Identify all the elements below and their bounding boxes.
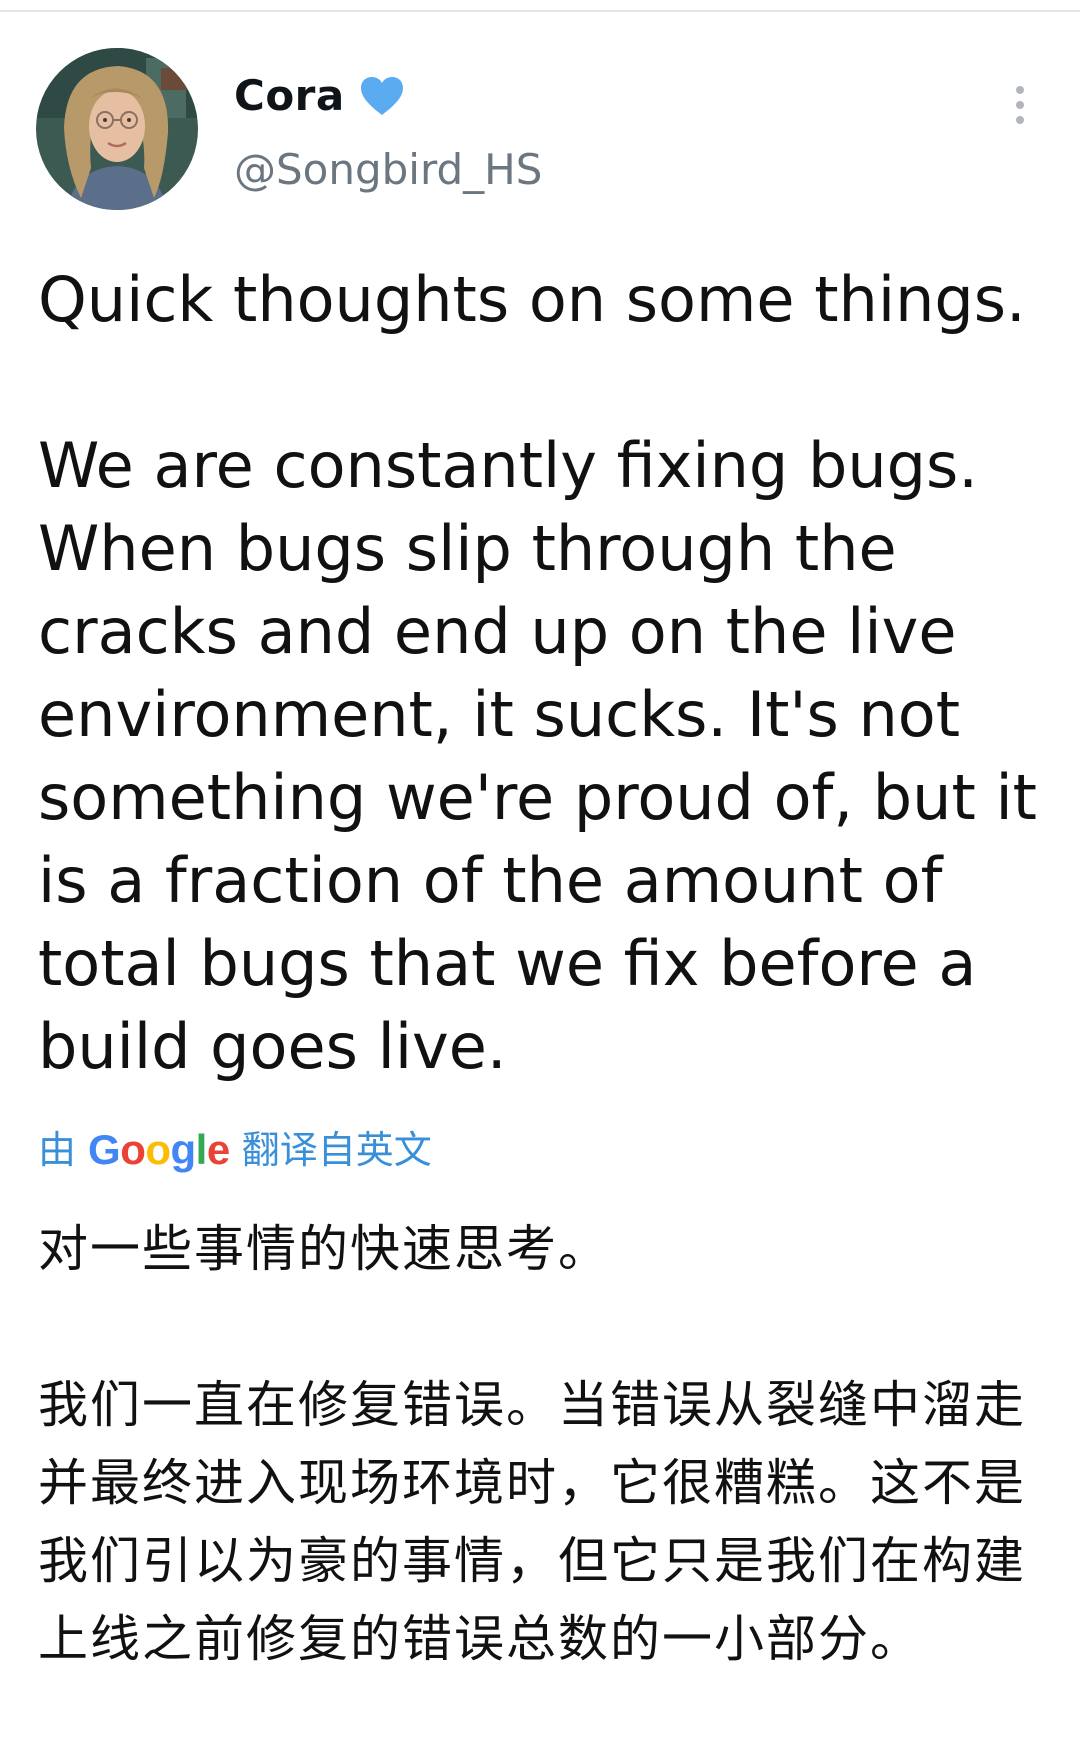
display-name[interactable]: Cora bbox=[234, 66, 345, 126]
avatar-photo-icon bbox=[36, 48, 198, 210]
translation-prefix: 由 bbox=[38, 1128, 77, 1172]
user-handle[interactable]: @Songbird_HS bbox=[234, 140, 542, 200]
more-vertical-icon[interactable] bbox=[1000, 70, 1040, 140]
translated-tweet-text: 对一些事情的快速思考。 我们一直在修复错误。当错误从裂缝中溜走并最终进入现场环境… bbox=[38, 1220, 1026, 1668]
tweet-text: Quick thoughts on some things. We are co… bbox=[38, 263, 1037, 1083]
translation-attribution[interactable]: 由 Google 翻译自英文 bbox=[38, 1120, 432, 1180]
avatar[interactable] bbox=[36, 48, 198, 210]
translation-suffix: 翻译自英文 bbox=[241, 1128, 432, 1172]
tweet-header: Cora @Songbird_HS bbox=[0, 0, 1080, 230]
google-logo: Google bbox=[88, 1126, 230, 1173]
name-row: Cora bbox=[234, 66, 405, 126]
verified-heart-icon bbox=[359, 75, 405, 117]
